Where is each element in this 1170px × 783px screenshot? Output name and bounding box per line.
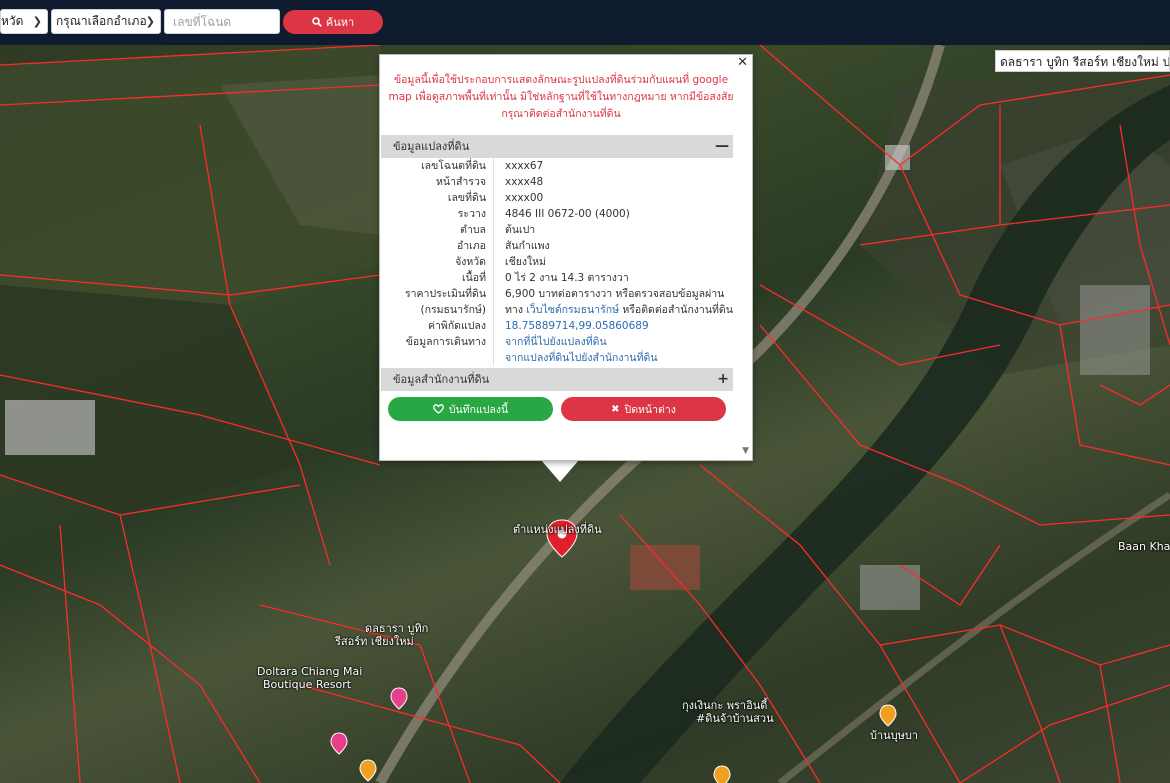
row-value: 6,900 บาทต่อตารางวา หรือตรวจสอบข้อมูลผ่า… bbox=[505, 288, 725, 300]
close-icon[interactable]: ✕ bbox=[737, 55, 748, 70]
row-value: สันกำแพง bbox=[505, 240, 550, 252]
collapse-icon[interactable]: — bbox=[715, 135, 729, 158]
row-value: xxxx67 bbox=[505, 160, 544, 172]
top-toolbar: หวัด ❯ กรุณาเลือกอำเภอ ❯ ค้นหา bbox=[0, 0, 1170, 45]
poi-label-banbuchaba: บ้านบุษบา bbox=[870, 729, 919, 742]
row-value: ทาง เว็บไซต์กรมธนารักษ์ หรือติดต่อสำนักง… bbox=[505, 302, 733, 318]
disclaimer-text: ข้อมูลนี้เพื่อใช้ประกอบการแสดงลักษณะรูปแ… bbox=[388, 74, 734, 120]
row-label: อำเภอ bbox=[456, 240, 486, 252]
row-value: 0 ไร่ 2 งาน 14.3 ตารางวา bbox=[505, 272, 629, 284]
parcel-info-popup: ✕ ข้อมูลนี้เพื่อใช้ประกอบการแสดงลักษณะรู… bbox=[379, 54, 753, 461]
row-label: เนื้อที่ bbox=[462, 272, 486, 284]
chevron-down-icon: ❯ bbox=[145, 15, 155, 28]
chevron-down-icon: ❯ bbox=[32, 15, 42, 28]
row-label: เลขโฉนดที่ดิน bbox=[421, 160, 486, 172]
hotel-pin-icon[interactable] bbox=[330, 732, 348, 755]
section-header-land[interactable]: ข้อมูลแปลงที่ดิน — bbox=[381, 135, 733, 158]
expand-icon[interactable]: + bbox=[717, 368, 729, 391]
row-label: เลขที่ดิน bbox=[447, 192, 486, 204]
restaurant-pin-icon[interactable] bbox=[713, 765, 731, 783]
search-button-label: ค้นหา bbox=[325, 16, 355, 29]
poi-label-kungngern: #ดินจ้าบ้านสวน bbox=[696, 712, 774, 725]
row-value: xxxx00 bbox=[505, 192, 544, 204]
popup-arrow bbox=[541, 460, 579, 482]
marker-label: ตำแหน่งแปลงที่ดิน bbox=[513, 523, 602, 536]
row-label: ค่าพิกัดแปลง bbox=[427, 320, 486, 332]
row-value: เชียงใหม่ bbox=[505, 256, 546, 268]
search-button[interactable]: ค้นหา bbox=[283, 10, 383, 34]
restaurant-pin-icon[interactable] bbox=[359, 759, 377, 782]
route-to-office-link[interactable]: จากแปลงที่ดินไปยังสำนักงานที่ดิน bbox=[505, 350, 658, 366]
restaurant-pin-icon[interactable] bbox=[879, 704, 897, 727]
parcel-info-table: เลขโฉนดที่ดิน xxxx67 หน้าสำรวจ xxxx48 เล… bbox=[381, 158, 733, 366]
dept-prefix: ทาง bbox=[505, 304, 527, 316]
district-select-value: กรุณาเลือกอำเภอ bbox=[56, 14, 147, 28]
section-header-label: ข้อมูลแปลงที่ดิน bbox=[393, 140, 470, 153]
row-label: ข้อมูลการเดินทาง bbox=[405, 336, 486, 348]
row-label: ราคาประเมินที่ดิน bbox=[404, 288, 486, 300]
poi-label-kungngern: กุงเงินกะ พราอินดี้ bbox=[682, 699, 768, 712]
poi-label-baankha: Baan Kha bbox=[1118, 540, 1170, 553]
hotel-pin-icon[interactable] bbox=[390, 687, 408, 710]
poi-label-resort-en: Boutique Resort bbox=[263, 678, 352, 691]
row-label: จังหวัด bbox=[455, 256, 486, 268]
row-value: ต้นเปา bbox=[505, 224, 536, 236]
row-value: 4846 III 0672-00 (4000) bbox=[505, 208, 630, 220]
coordinate-link[interactable]: 18.75889714,99.05860689 bbox=[505, 318, 649, 334]
save-parcel-button[interactable]: บันทึกแปลงนี้ bbox=[388, 397, 553, 421]
treasury-website-link[interactable]: เว็บไซต์กรมธนารักษ์ bbox=[526, 304, 619, 316]
close-window-button[interactable]: ✖ ปิดหน้าต่าง bbox=[561, 397, 726, 421]
dept-suffix: หรือติดต่อสำนักงานที่ดิน bbox=[619, 304, 733, 316]
close-window-label: ปิดหน้าต่าง bbox=[624, 403, 676, 416]
deed-number-input[interactable] bbox=[164, 9, 280, 34]
heart-icon bbox=[432, 404, 444, 414]
row-value: xxxx48 bbox=[505, 176, 544, 188]
province-select-value: หวัด bbox=[1, 14, 24, 28]
route-to-parcel-link[interactable]: จากที่นี่ไปยังแปลงที่ดิน bbox=[505, 334, 607, 350]
close-icon: ✖ bbox=[611, 403, 620, 415]
row-label: หน้าสำรวจ bbox=[436, 176, 486, 188]
section-header-label: ข้อมูลสำนักงานที่ดิน bbox=[393, 373, 490, 386]
scroll-down-arrow-icon[interactable]: ▼ bbox=[742, 446, 749, 456]
section-header-office[interactable]: ข้อมูลสำนักงานที่ดิน + bbox=[381, 368, 733, 391]
district-select[interactable]: กรุณาเลือกอำเภอ ❯ bbox=[51, 9, 161, 34]
poi-label-resort-th: ดลธารา บูทิก bbox=[365, 622, 429, 635]
row-label: (กรมธนารักษ์) bbox=[420, 304, 486, 316]
poi-label-resort-th: รีสอร์ท เชียงใหม่ bbox=[335, 635, 414, 648]
row-label: ตำบล bbox=[460, 224, 486, 236]
poi-label-resort-en: Doltara Chiang Mai bbox=[257, 665, 363, 678]
province-select[interactable]: หวัด ❯ bbox=[0, 9, 48, 34]
save-parcel-label: บันทึกแปลงนี้ bbox=[448, 403, 509, 416]
row-label: ระวาง bbox=[457, 208, 486, 220]
map-search-input[interactable]: ดลธารา บูทิก รีสอร์ท เชียงใหม่ ปร bbox=[995, 50, 1170, 72]
search-icon bbox=[312, 17, 322, 27]
